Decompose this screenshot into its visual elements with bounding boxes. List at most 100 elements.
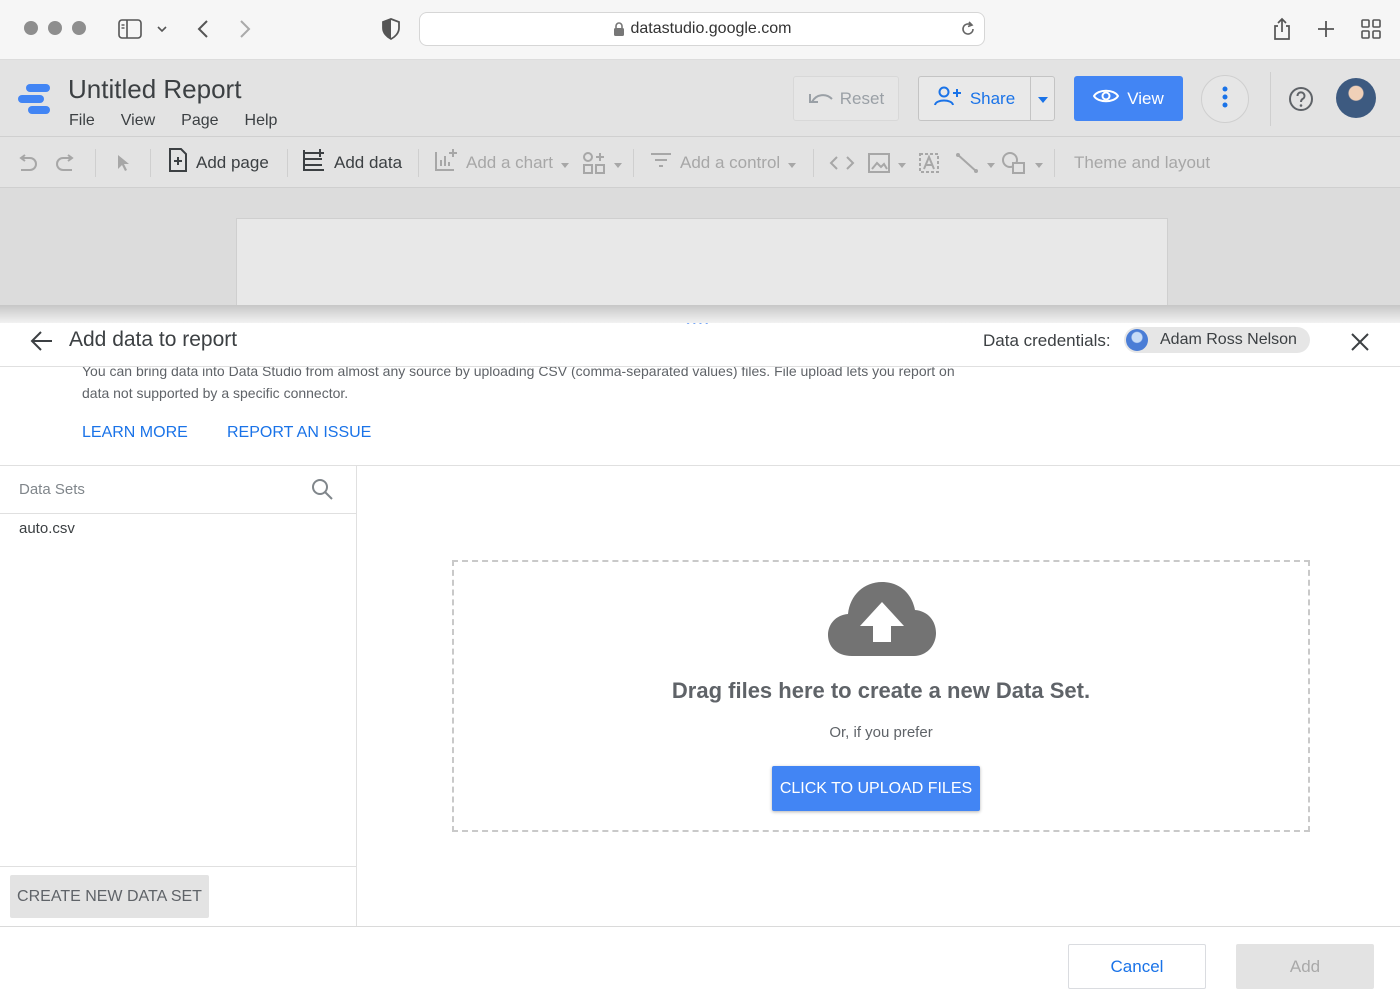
browser-toolbar: datastudio.google.com [0,0,1400,60]
zoom-window-button[interactable] [72,21,86,35]
report-canvas [0,188,1400,314]
editor-toolbar: Add page Add data Add a chart Add a cont… [0,137,1400,188]
shape-icon[interactable] [1001,137,1043,188]
filter-icon [650,152,672,173]
connector-description-area: You can bring data into Data Studio from… [0,367,1400,467]
add-chart-label: Add a chart [466,152,553,172]
theme-and-layout-button[interactable]: Theme and layout [1074,137,1210,188]
share-dropdown-button[interactable] [1030,76,1055,121]
user-avatar-icon [1126,329,1148,351]
add-control-label: Add a control [680,152,781,172]
forward-icon[interactable] [232,16,258,42]
toolbar-divider [418,149,419,177]
shield-icon[interactable] [378,16,404,42]
reset-label: Reset [839,88,885,108]
add-page-button[interactable]: Add page [168,137,269,188]
toolbar-divider [633,149,634,177]
menu-page[interactable]: Page [181,112,218,130]
add-page-label: Add page [196,152,269,172]
redo-icon[interactable] [55,137,77,188]
credentials-user: Adam Ross Nelson [1160,331,1297,348]
cancel-button[interactable]: Cancel [1068,944,1206,989]
search-icon[interactable] [310,477,334,506]
add-data-icon [302,148,326,177]
report-issue-link[interactable]: REPORT AN ISSUE [227,424,371,442]
file-drop-zone[interactable]: Drag files here to create a new Data Set… [452,560,1310,832]
add-data-panel-header: Add data to report Data credentials: Ada… [0,324,1400,367]
reset-button[interactable]: Reset [793,76,899,121]
caret-down-icon [1037,90,1048,108]
minimize-window-button[interactable] [48,21,62,35]
toolbar-divider [287,149,288,177]
new-tab-icon[interactable] [1313,16,1339,42]
close-window-button[interactable] [24,21,38,35]
view-label: View [1127,88,1164,108]
share-label: Share [969,88,1016,108]
upload-files-button[interactable]: CLICK TO UPLOAD FILES [772,766,980,811]
menu-view[interactable]: View [121,112,155,130]
text-box-icon[interactable] [918,137,940,188]
share-button[interactable]: Share [918,76,1030,121]
report-title[interactable]: Untitled Report [68,74,241,105]
cloud-upload-icon [826,580,938,663]
vertical-dots-icon [1222,86,1228,113]
create-new-data-set-button[interactable]: CREATE NEW DATA SET [10,875,209,918]
caret-down-icon [987,153,995,173]
image-icon[interactable] [868,137,906,188]
header-divider [1270,72,1271,126]
data-sets-header: Data Sets [0,466,356,514]
report-page[interactable] [236,218,1168,314]
chevron-down-icon[interactable] [149,16,175,42]
learn-more-link[interactable]: LEARN MORE [82,424,188,442]
back-arrow-icon[interactable] [30,330,54,357]
data-studio-logo-icon[interactable] [16,82,52,116]
caret-down-icon [560,153,569,173]
drop-zone-title: Drag files here to create a new Data Set… [671,678,1091,703]
undo-icon[interactable] [16,137,38,188]
share-icon[interactable] [1269,16,1295,42]
eye-icon [1093,88,1120,109]
line-icon[interactable] [955,137,995,188]
help-icon[interactable] [1288,86,1314,112]
add-data-button[interactable]: Add data [302,137,402,188]
list-item[interactable]: auto.csv [19,520,75,537]
view-button[interactable]: View [1074,76,1183,121]
data-sets-label: Data Sets [19,481,85,498]
community-viz-icon[interactable] [582,137,622,188]
add-page-icon [168,148,188,177]
menu-file[interactable]: File [69,112,95,130]
add-data-label: Add data [334,152,403,172]
toolbar-divider [813,149,814,177]
toolbar-divider [95,149,96,177]
caret-down-icon [898,153,906,173]
toolbar-divider [150,149,151,177]
caret-down-icon [1035,153,1043,173]
add-chart-button[interactable]: Add a chart [434,137,569,188]
panel-title: Add data to report [69,328,238,351]
panel-footer: Cancel Add [0,926,1400,1000]
caret-down-icon [614,153,622,173]
embed-code-icon[interactable] [829,137,855,188]
url-text: datastudio.google.com [630,20,792,37]
avatar[interactable] [1336,78,1376,118]
connector-description: You can bring data into Data Studio from… [82,367,955,401]
app-header: Untitled Report File View Page Help Rese… [0,60,1400,137]
menu-help[interactable]: Help [245,112,278,130]
credentials-chip[interactable]: Adam Ross Nelson [1124,327,1310,353]
undo-arrow-icon [808,89,834,109]
close-icon[interactable] [1350,332,1370,357]
toolbar-divider [1054,149,1055,177]
add-button[interactable]: Add [1236,944,1374,989]
drop-zone-subtitle: Or, if you prefer [829,724,933,741]
back-icon[interactable] [190,16,216,42]
address-bar[interactable]: datastudio.google.com [419,12,985,46]
add-person-icon [933,86,962,111]
reload-icon[interactable] [960,21,976,42]
sidebar-toggle-icon[interactable] [117,16,143,42]
more-options-button[interactable] [1201,75,1249,123]
tab-overview-icon[interactable] [1358,16,1384,42]
add-control-button[interactable]: Add a control [650,137,797,188]
menu-bar: File View Page Help [69,112,303,130]
lock-icon [613,21,625,37]
select-pointer-icon[interactable] [116,137,130,188]
